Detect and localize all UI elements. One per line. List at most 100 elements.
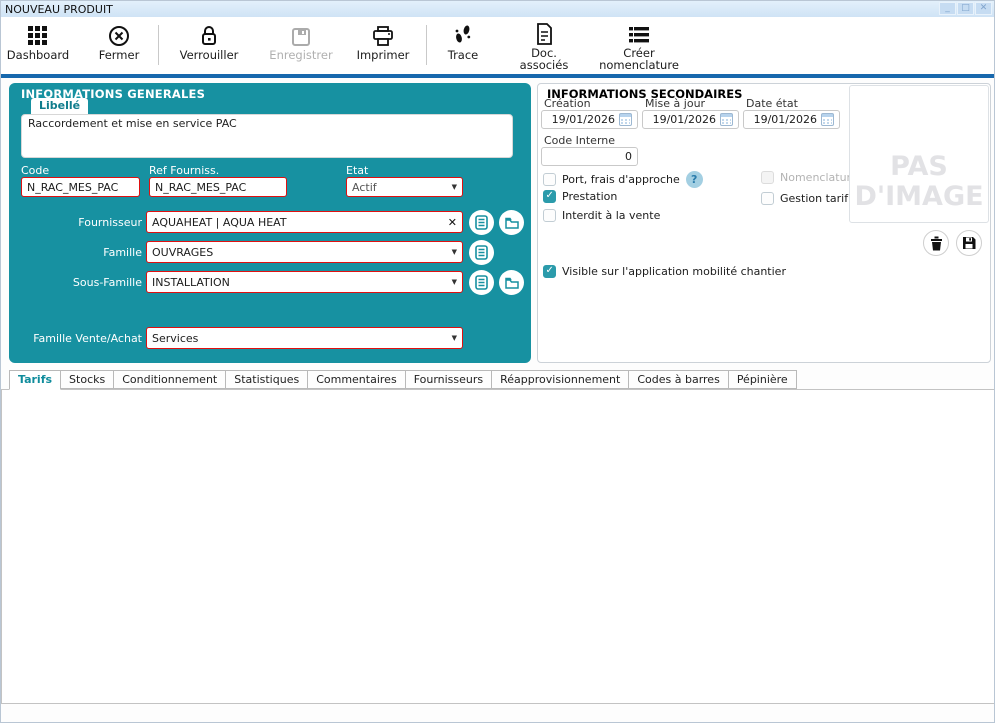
date-etat-label: Date état <box>746 97 798 110</box>
verrouiller-button[interactable]: Verrouiller <box>167 21 251 71</box>
document-icon <box>535 21 553 45</box>
dashboard-button[interactable]: Dashboard <box>2 21 74 71</box>
grid-icon <box>27 21 49 47</box>
port-frais-checkbox[interactable] <box>543 173 556 186</box>
enregistrer-button[interactable]: Enregistrer <box>258 21 344 71</box>
fournisseur-label: Fournisseur <box>17 216 142 229</box>
calendar-icon[interactable] <box>619 113 632 126</box>
famille-select[interactable]: OUVRAGES ▼ <box>146 241 463 263</box>
printer-icon <box>372 21 394 47</box>
minimize-button[interactable]: _ <box>939 2 956 15</box>
tab-conditionnement[interactable]: Conditionnement <box>114 370 226 389</box>
sous-famille-folder-button[interactable] <box>499 270 524 295</box>
mise-a-jour-date-input[interactable]: 19/01/2026 <box>642 110 739 129</box>
informations-generales-panel: INFORMATIONS GENERALES Libellé Raccordem… <box>9 83 531 363</box>
list-bars-icon <box>628 21 650 45</box>
fournisseur-input[interactable]: AQUAHEAT | AQUA HEAT ✕ <box>146 211 463 233</box>
sous-famille-select[interactable]: INSTALLATION ▼ <box>146 271 463 293</box>
famille-list-button[interactable] <box>469 240 494 265</box>
help-icon[interactable]: ? <box>686 171 703 188</box>
ref-fourniss-input[interactable]: N_RAC_MES_PAC <box>149 177 287 197</box>
tab-pepiniere[interactable]: Pépinière <box>729 370 797 389</box>
save-image-button[interactable] <box>956 230 982 256</box>
floppy-icon <box>962 236 976 250</box>
creation-label: Création <box>544 97 591 110</box>
tab-stocks[interactable]: Stocks <box>61 370 114 389</box>
gestion-tarif-label: Gestion tarif <box>780 192 848 205</box>
trash-icon <box>930 236 943 251</box>
prestation-label: Prestation <box>562 190 617 203</box>
list-icon <box>475 275 488 290</box>
window-title: NOUVEAU PRODUIT <box>1 3 113 16</box>
calendar-icon[interactable] <box>821 113 834 126</box>
tab-commentaires[interactable]: Commentaires <box>308 370 405 389</box>
toolbar-divider <box>1 74 995 78</box>
port-frais-row: Port, frais d'approche ? <box>543 171 703 188</box>
chevron-down-icon: ▼ <box>448 248 457 256</box>
famille-vente-achat-select[interactable]: Services ▼ <box>146 327 463 349</box>
fermer-button[interactable]: Fermer <box>87 21 151 71</box>
tab-codes-a-barres[interactable]: Codes à barres <box>629 370 728 389</box>
clear-icon[interactable]: ✕ <box>444 216 457 229</box>
visible-mobilite-checkbox[interactable] <box>543 265 556 278</box>
visible-mobilite-row: Visible sur l'application mobilité chant… <box>543 265 786 278</box>
mise-a-jour-label: Mise à jour <box>645 97 705 110</box>
nomenclature-checkbox <box>761 171 774 184</box>
etat-select[interactable]: Actif ▼ <box>346 177 463 197</box>
chevron-down-icon: ▼ <box>448 334 457 342</box>
ref-fourniss-label: Ref Fourniss. <box>149 164 219 177</box>
tab-strip: Tarifs Stocks Conditionnement Statistiqu… <box>9 370 797 390</box>
fournisseur-folder-button[interactable] <box>499 210 524 235</box>
code-interne-input[interactable]: 0 <box>541 147 638 166</box>
window-controls: _ □ ✕ <box>939 2 992 15</box>
list-icon <box>475 245 488 260</box>
toolbar-separator <box>158 25 159 65</box>
delete-image-button[interactable] <box>923 230 949 256</box>
calendar-icon[interactable] <box>720 113 733 126</box>
tab-statistiques[interactable]: Statistiques <box>226 370 308 389</box>
tarifs-panel <box>1 389 995 704</box>
product-image-placeholder: PAS D'IMAGE <box>849 85 989 223</box>
sous-famille-list-button[interactable] <box>469 270 494 295</box>
tab-reapprovisionnement[interactable]: Réapprovisionnement <box>492 370 629 389</box>
list-icon <box>475 215 488 230</box>
close-button[interactable]: ✕ <box>975 2 992 15</box>
interdit-vente-checkbox[interactable] <box>543 209 556 222</box>
maximize-button[interactable]: □ <box>957 2 974 15</box>
tab-tarifs[interactable]: Tarifs <box>9 370 61 390</box>
code-label: Code <box>21 164 49 177</box>
interdit-vente-row: Interdit à la vente <box>543 209 660 222</box>
gestion-tarif-checkbox[interactable] <box>761 192 774 205</box>
creer-nomenclature-button[interactable]: Créer nomenclature <box>590 21 688 71</box>
sous-famille-label: Sous-Famille <box>17 276 142 289</box>
fournisseur-list-button[interactable] <box>469 210 494 235</box>
folder-icon <box>505 217 519 229</box>
title-bar: NOUVEAU PRODUIT <box>1 1 995 17</box>
doc-associes-button[interactable]: Doc. associés <box>513 21 575 71</box>
nomenclature-label: Nomenclature <box>780 171 858 184</box>
toolbar: Dashboard Fermer Verrouiller Enregistrer <box>1 17 995 74</box>
date-etat-date-input[interactable]: 19/01/2026 <box>743 110 840 129</box>
tab-fournisseurs[interactable]: Fournisseurs <box>406 370 492 389</box>
lock-icon <box>199 21 219 47</box>
chevron-down-icon: ▼ <box>448 278 457 286</box>
save-icon <box>291 21 311 47</box>
libelle-textarea[interactable]: Raccordement et mise en service PAC <box>21 114 513 158</box>
nomenclature-row: Nomenclature <box>761 171 858 184</box>
prestation-row: Prestation <box>543 190 617 203</box>
code-input[interactable]: N_RAC_MES_PAC <box>21 177 140 197</box>
interdit-vente-label: Interdit à la vente <box>562 209 660 222</box>
footprints-icon <box>453 21 473 47</box>
close-circle-icon <box>108 21 130 47</box>
famille-vente-achat-label: Famille Vente/Achat <box>17 332 142 345</box>
famille-label: Famille <box>17 246 142 259</box>
creation-date-input[interactable]: 19/01/2026 <box>541 110 638 129</box>
imprimer-button[interactable]: Imprimer <box>347 21 419 71</box>
product-window: NOUVEAU PRODUIT _ □ ✕ Dashboard Fermer V… <box>0 0 995 723</box>
chevron-down-icon: ▼ <box>448 183 457 191</box>
etat-label: Etat <box>346 164 368 177</box>
trace-button[interactable]: Trace <box>435 21 491 71</box>
prestation-checkbox[interactable] <box>543 190 556 203</box>
port-frais-label: Port, frais d'approche <box>562 173 680 186</box>
folder-icon <box>505 277 519 289</box>
